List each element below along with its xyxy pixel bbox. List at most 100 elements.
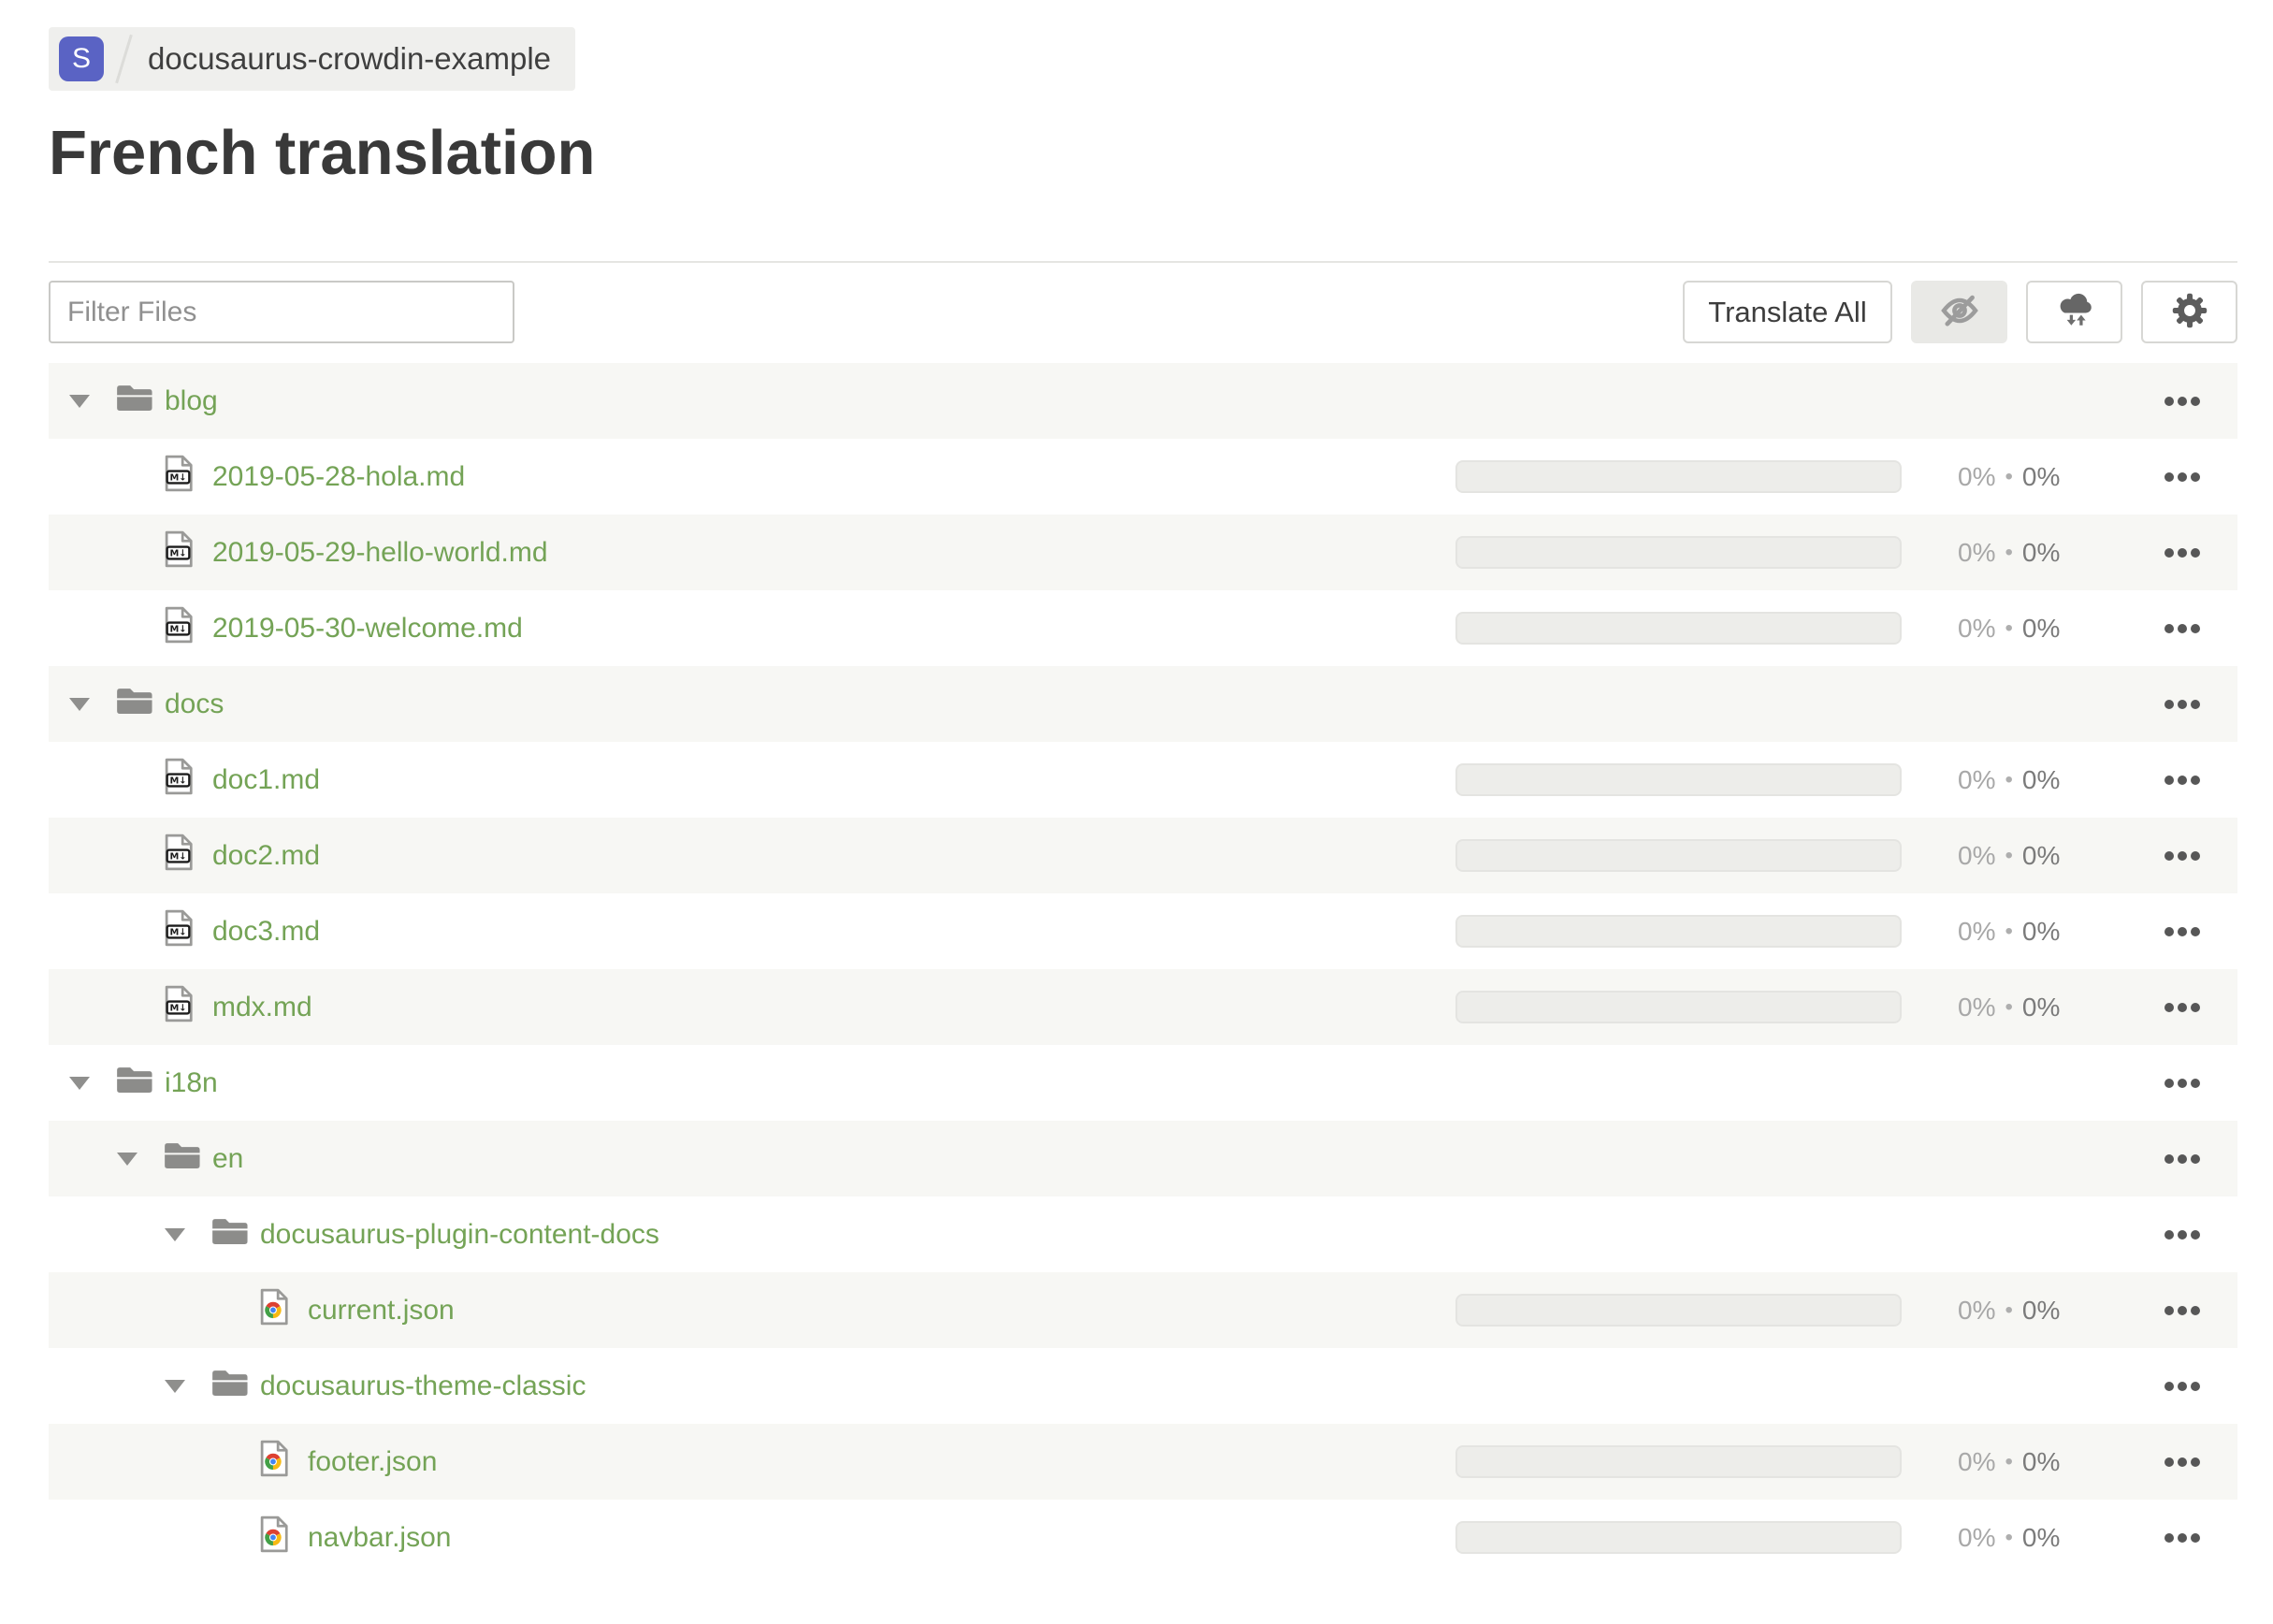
node-icon-box [258,1439,297,1486]
markdown-file-icon: M↓ [163,529,194,576]
svg-text:M↓: M↓ [169,1004,186,1014]
file-row-doc3.md: M↓ doc3.md 0% • 0% [49,893,2237,969]
progress-percentages: 0% • 0% [1902,841,2164,871]
translated-percent: 0% [1958,461,1996,491]
markdown-file-icon: M↓ [163,908,194,955]
progress-percentages: 0% • 0% [1902,993,2164,1022]
percent-separator: • [2005,1524,2013,1550]
hide-completed-button[interactable] [1911,281,2007,344]
folder-row-docusaurus-plugin-content-docs: docusaurus-plugin-content-docs [49,1196,2237,1272]
percent-separator: • [2005,993,2013,1020]
progress-percentages: 0% • 0% [1902,1296,2164,1326]
percent-separator: • [2005,1448,2013,1474]
folder-icon [115,685,153,724]
row-context-menu-button[interactable] [2164,775,2200,785]
row-context-menu-button[interactable] [2164,1153,2200,1164]
percent-separator: • [2005,615,2013,641]
indent-spacer [69,855,117,856]
gear-icon [2170,291,2209,333]
indent-spacer [69,1385,165,1386]
translation-progress-bar [1455,460,1902,494]
row-context-menu-button[interactable] [2164,547,2200,558]
indent-spacer [69,1158,117,1159]
markdown-file-icon: M↓ [163,454,194,500]
row-context-menu-button[interactable] [2164,1532,2200,1543]
folder-name-link[interactable]: blog [165,385,218,417]
caret-down-icon[interactable] [117,1152,138,1166]
node-icon-box [210,1367,249,1406]
row-context-menu-button[interactable] [2164,396,2200,406]
caret-down-icon[interactable] [69,394,90,408]
caret-box [69,394,115,408]
folder-icon [115,382,153,421]
filter-files-input[interactable] [49,281,514,344]
file-name-link[interactable]: 2019-05-29-hello-world.md [212,537,548,569]
indent-spacer [69,1234,165,1235]
folder-icon [163,1139,201,1179]
node-icon-box: M↓ [163,984,201,1031]
toolbar-actions: Translate All [1683,281,2237,344]
translated-percent: 0% [1958,840,1996,870]
download-upload-button[interactable] [2026,281,2122,344]
row-context-menu-button[interactable] [2164,623,2200,633]
node-icon-box: M↓ [163,833,201,879]
row-context-menu-button[interactable] [2164,1457,2200,1467]
file-name-link[interactable]: doc1.md [212,764,320,796]
file-name-link[interactable]: 2019-05-30-welcome.md [212,613,523,645]
folder-row-i18n: i18n [49,1045,2237,1121]
row-context-menu-button[interactable] [2164,699,2200,709]
folder-name-link[interactable]: docusaurus-plugin-content-docs [260,1219,659,1251]
folder-row-blog: blog [49,363,2237,440]
file-name-link[interactable]: doc2.md [212,840,320,872]
breadcrumb-project-name[interactable]: docusaurus-crowdin-example [148,41,551,77]
caret-down-icon[interactable] [69,697,90,711]
translate-all-button[interactable]: Translate All [1683,281,1892,344]
cloud-sync-icon [2053,291,2096,333]
row-context-menu-button[interactable] [2164,926,2200,936]
row-context-menu-button[interactable] [2164,471,2200,482]
approved-percent: 0% [2021,992,2061,1022]
folder-name-link[interactable]: docs [165,689,224,720]
file-name-link[interactable]: current.json [308,1295,455,1327]
row-context-menu-button[interactable] [2164,1305,2200,1315]
markdown-file-icon: M↓ [163,605,194,652]
percent-separator: • [2005,766,2013,792]
file-name-link[interactable]: mdx.md [212,992,312,1023]
file-name-link[interactable]: 2019-05-28-hola.md [212,461,465,493]
folder-name-link[interactable]: docusaurus-theme-classic [260,1370,586,1402]
node-icon-box [163,1139,201,1179]
project-avatar-badge[interactable]: S [59,36,104,81]
caret-down-icon[interactable] [165,1227,185,1241]
file-row-navbar.json: navbar.json 0% • 0% [49,1500,2237,1575]
svg-text:M↓: M↓ [169,625,186,635]
settings-button[interactable] [2141,281,2237,344]
breadcrumb[interactable]: S docusaurus-crowdin-example [49,27,576,91]
translation-progress-bar [1455,1294,1902,1327]
row-context-menu-button[interactable] [2164,1381,2200,1391]
row-context-menu-button[interactable] [2164,1002,2200,1012]
indent-spacer [69,1310,212,1311]
row-context-menu-button[interactable] [2164,1229,2200,1240]
json-file-icon [258,1515,289,1561]
markdown-file-icon: M↓ [163,984,194,1031]
file-row-mdx.md: M↓ mdx.md 0% • 0% [49,969,2237,1046]
file-name-link[interactable]: doc3.md [212,916,320,948]
row-context-menu-button[interactable] [2164,850,2200,861]
caret-down-icon[interactable] [165,1379,185,1393]
translated-percent: 0% [1958,613,1996,643]
folder-name-link[interactable]: en [212,1143,243,1175]
file-name-link[interactable]: navbar.json [308,1522,451,1554]
progress-percentages: 0% • 0% [1902,1447,2164,1477]
node-icon-box [258,1515,297,1561]
folder-name-link[interactable]: i18n [165,1067,218,1099]
translated-percent: 0% [1958,916,1996,946]
node-icon-box: M↓ [163,529,201,576]
approved-percent: 0% [2021,764,2061,794]
row-context-menu-button[interactable] [2164,1078,2200,1088]
file-name-link[interactable]: footer.json [308,1446,437,1478]
caret-down-icon[interactable] [69,1076,90,1090]
caret-box [69,1076,115,1090]
percent-separator: • [2005,918,2013,944]
eye-off-icon [1939,293,1980,331]
markdown-file-icon: M↓ [163,757,194,804]
